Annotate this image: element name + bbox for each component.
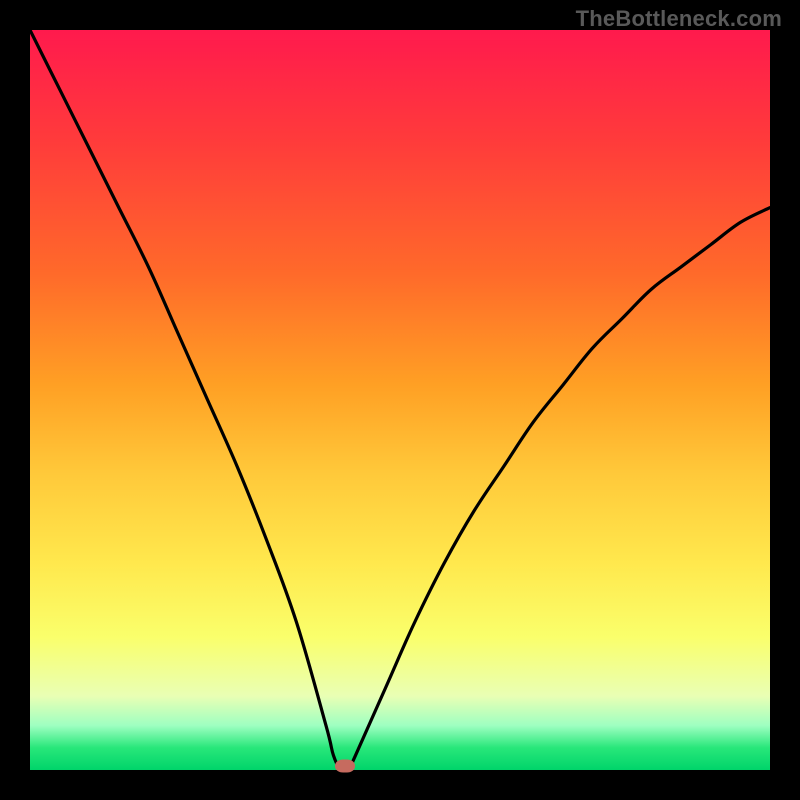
plot-area [30, 30, 770, 770]
min-marker [335, 760, 355, 773]
bottleneck-curve-path [30, 30, 770, 770]
watermark-text: TheBottleneck.com [576, 6, 782, 32]
chart-frame: TheBottleneck.com [0, 0, 800, 800]
curve-svg [30, 30, 770, 770]
